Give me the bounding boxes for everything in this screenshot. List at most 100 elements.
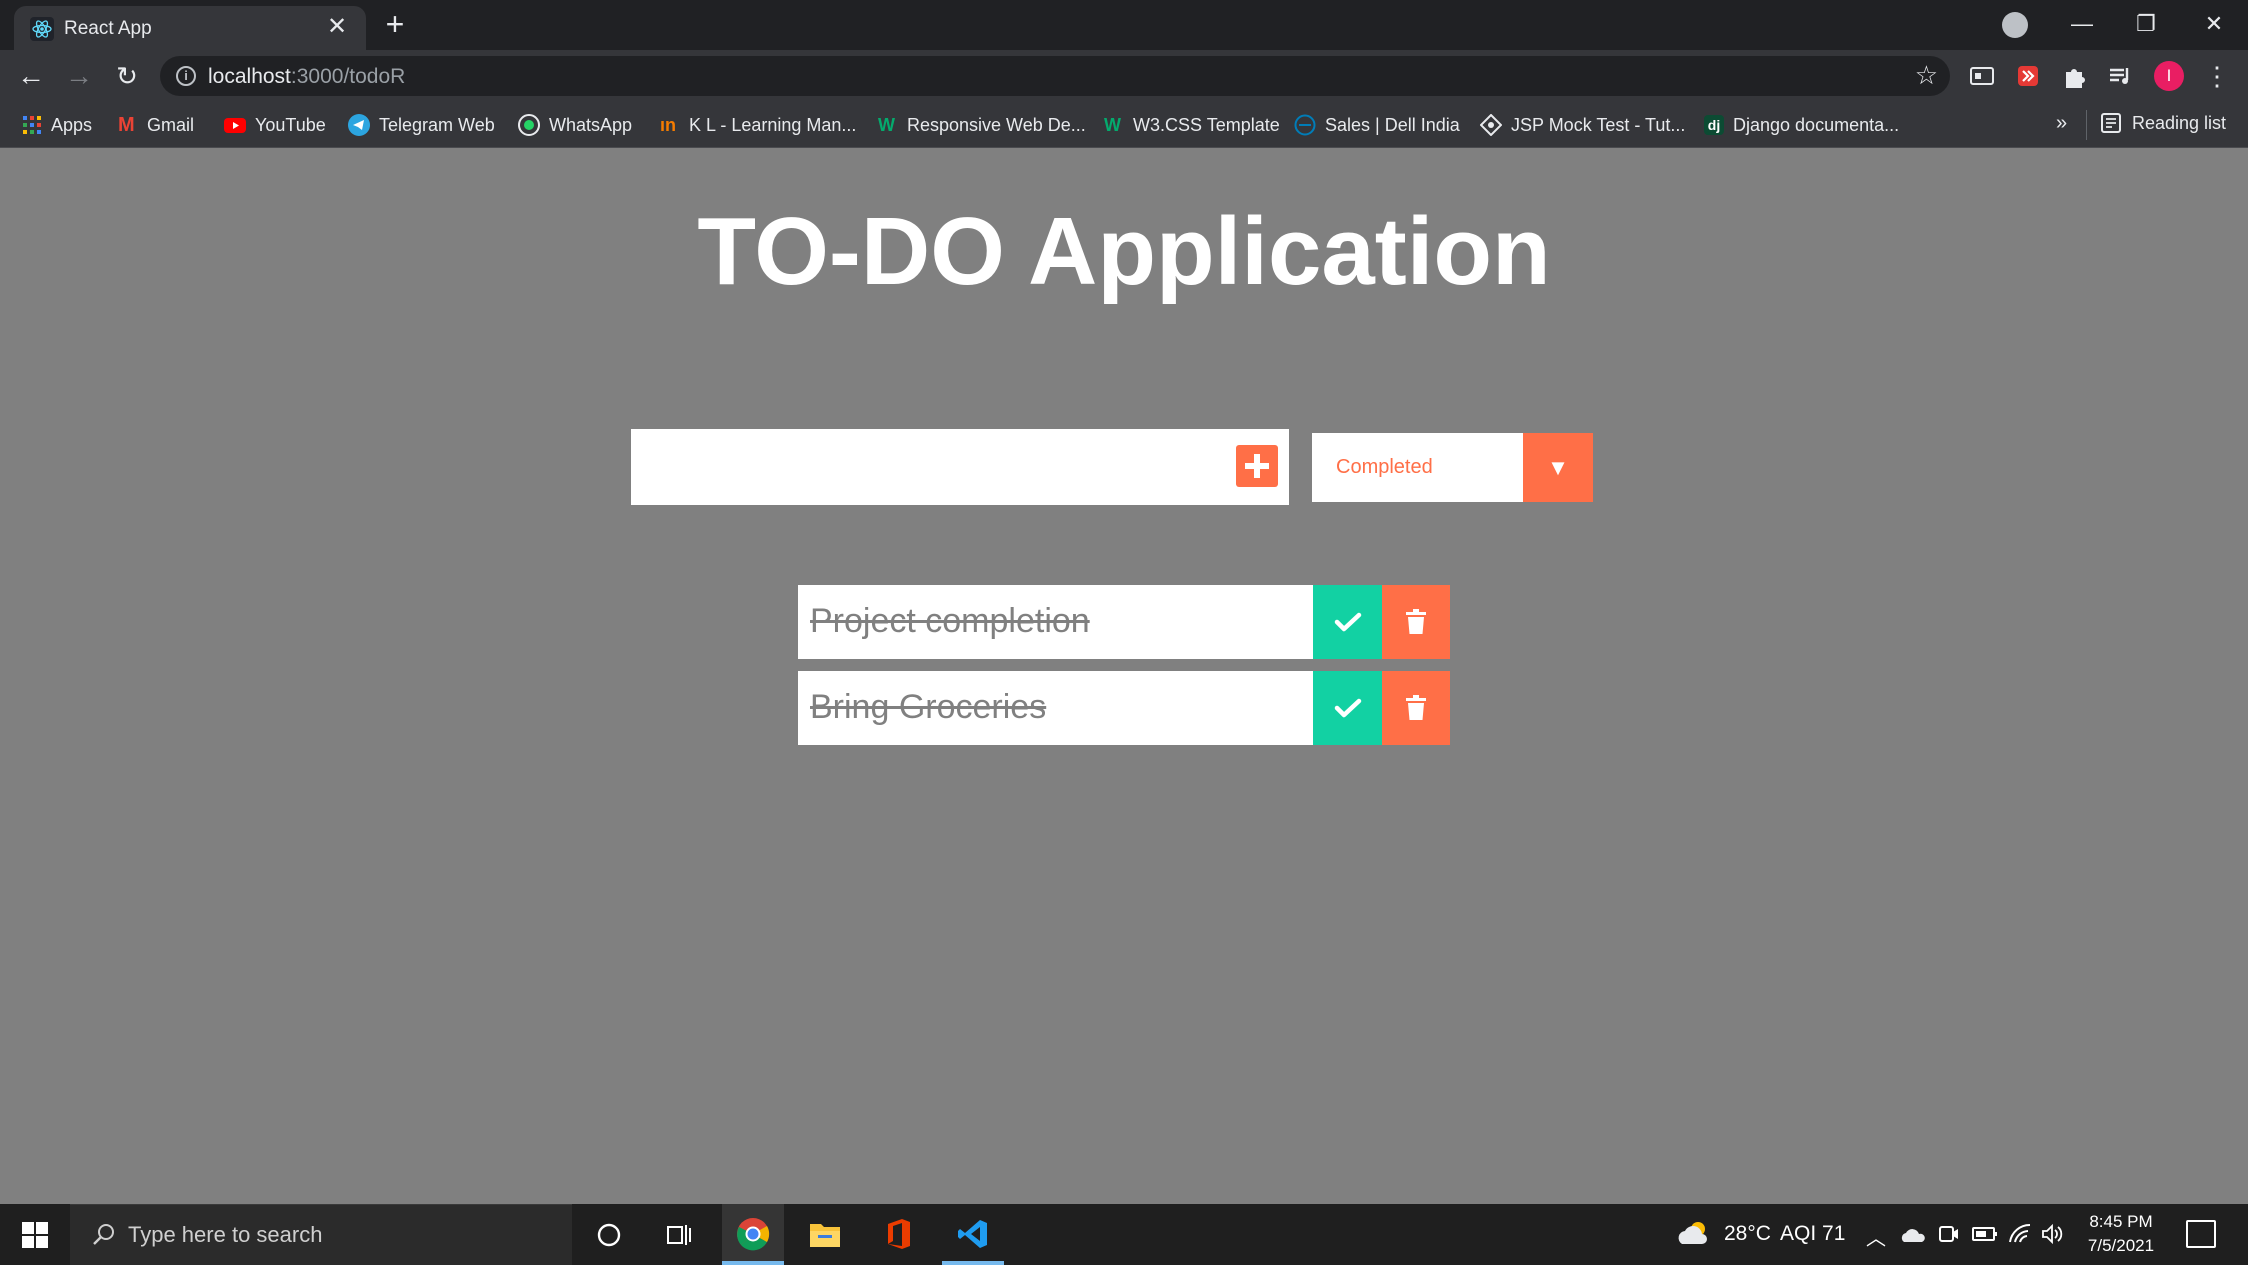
- extensions-puzzle-icon[interactable]: [2060, 62, 2088, 90]
- cortana-icon[interactable]: [578, 1204, 640, 1265]
- w3schools-icon: W: [1104, 115, 1121, 135]
- battery-icon[interactable]: [1972, 1224, 1998, 1244]
- react-icon: [30, 17, 54, 41]
- chrome-taskbar-icon[interactable]: [722, 1204, 784, 1265]
- todo-text: Project completion: [810, 602, 1090, 640]
- bookmark-youtube[interactable]: YouTube: [224, 112, 326, 138]
- bookmark-label: Responsive Web De...: [907, 114, 1086, 135]
- url-path: :3000/todoR: [290, 65, 406, 88]
- bookmark-label: JSP Mock Test - Tut...: [1511, 114, 1686, 135]
- bookmark-label: Apps: [51, 114, 93, 135]
- tutorialspoint-icon: [1480, 114, 1502, 136]
- media-queue-icon[interactable]: [2106, 62, 2134, 90]
- tab-react-app[interactable]: React App ✕: [14, 6, 366, 50]
- delete-button[interactable]: [1382, 671, 1450, 745]
- taskbar-search[interactable]: Type here to search: [70, 1204, 572, 1265]
- office-icon[interactable]: [868, 1204, 930, 1265]
- w3schools-icon: W: [878, 115, 895, 135]
- back-icon[interactable]: ←: [14, 60, 48, 94]
- kl-icon: ın: [660, 115, 676, 135]
- complete-button[interactable]: [1313, 671, 1382, 745]
- page-title: TO-DO Application: [697, 198, 1551, 305]
- restore-icon[interactable]: ❐: [2126, 6, 2166, 42]
- weather-temp[interactable]: 28°C: [1724, 1222, 1771, 1246]
- reading-list-button[interactable]: Reading list: [2100, 112, 2226, 134]
- address-bar[interactable]: i localhost:3000/todoR ☆: [160, 56, 1950, 96]
- file-explorer-icon[interactable]: [794, 1204, 856, 1265]
- weather-aqi[interactable]: AQI 71: [1780, 1222, 1845, 1246]
- bookmark-label: Gmail: [147, 114, 195, 135]
- cast-icon[interactable]: [1968, 62, 1996, 90]
- tab-title: React App: [64, 18, 152, 39]
- chevron-up-icon[interactable]: ︿: [1866, 1222, 1886, 1251]
- vscode-icon[interactable]: [942, 1204, 1004, 1265]
- todo-text: Bring Groceries: [810, 688, 1047, 726]
- reading-list-label: Reading list: [2132, 112, 2227, 133]
- search-icon: [93, 1224, 114, 1245]
- apps-grid-icon: [23, 116, 41, 134]
- add-todo-button[interactable]: [1236, 445, 1278, 487]
- gmail-icon: M: [118, 114, 135, 136]
- bookmark-django[interactable]: dj Django documenta...: [1704, 112, 1899, 138]
- reading-list-icon: [2101, 113, 2121, 133]
- new-tab-button[interactable]: +: [380, 8, 410, 40]
- reload-icon[interactable]: ↻: [110, 60, 144, 94]
- browser-toolbar: ← → ↻ i localhost:3000/todoR ☆ I ⋮: [0, 50, 2248, 102]
- telegram-icon: [348, 114, 370, 136]
- chrome-menu-icon[interactable]: ⋮: [2200, 60, 2234, 94]
- todo-input[interactable]: [631, 429, 1211, 505]
- wifi-icon[interactable]: [2008, 1222, 2032, 1246]
- more-bookmarks-icon[interactable]: »: [2056, 112, 2067, 135]
- check-icon: [1334, 612, 1361, 632]
- bookmark-label: Sales | Dell India: [1325, 114, 1460, 135]
- filter-select[interactable]: Completed ▼: [1312, 433, 1593, 502]
- bookmark-apps[interactable]: Apps: [22, 112, 92, 138]
- trash-icon: [1406, 695, 1426, 720]
- volume-icon[interactable]: [2040, 1222, 2064, 1246]
- django-icon: dj: [1704, 115, 1724, 135]
- forward-icon[interactable]: →: [62, 60, 96, 94]
- bookmark-w3css-template[interactable]: W W3.CSS Template: [1104, 112, 1280, 138]
- notification-center-icon[interactable]: [2186, 1220, 2216, 1248]
- bookmark-telegram[interactable]: Telegram Web: [348, 112, 495, 138]
- bookmark-gmail[interactable]: M Gmail: [118, 112, 194, 138]
- close-window-icon[interactable]: ✕: [2194, 6, 2234, 42]
- bookmark-label: WhatsApp: [549, 114, 633, 135]
- task-view-icon[interactable]: [648, 1204, 710, 1265]
- bookmark-responsive-web[interactable]: W Responsive Web De...: [878, 112, 1086, 138]
- complete-button[interactable]: [1313, 585, 1382, 659]
- onedrive-icon[interactable]: [1900, 1224, 1926, 1246]
- url-text[interactable]: localhost:3000/todoR: [208, 65, 405, 89]
- bookmark-dell[interactable]: Sales | Dell India: [1294, 112, 1460, 138]
- system-clock[interactable]: 8:45 PM 7/5/2021: [2068, 1210, 2174, 1258]
- tab-search-icon[interactable]: [2002, 12, 2028, 38]
- close-tab-icon[interactable]: ✕: [324, 14, 350, 40]
- app-page: TO-DO Application Completed ▼ Project co…: [0, 149, 2248, 1204]
- bookmark-label: W3.CSS Template: [1133, 114, 1280, 135]
- youtube-icon: [224, 118, 246, 133]
- meet-now-icon[interactable]: [1938, 1222, 1960, 1246]
- bookmark-label: Telegram Web: [379, 114, 495, 135]
- bookmarks-bar: Apps M Gmail YouTube Telegram Web WhatsA…: [0, 102, 2248, 148]
- windows-taskbar: Type here to search 28°C AQI 71 ︿ 8:45 P…: [0, 1204, 2248, 1265]
- profile-avatar[interactable]: I: [2154, 61, 2184, 91]
- todo-form: [631, 429, 1289, 505]
- bookmark-whatsapp[interactable]: WhatsApp: [518, 112, 632, 138]
- minimize-icon[interactable]: —: [2062, 6, 2102, 42]
- whatsapp-icon: [518, 114, 540, 136]
- bookmark-star-icon[interactable]: ☆: [1915, 60, 1938, 91]
- clock-date: 7/5/2021: [2087, 1236, 2155, 1255]
- todo-list: Project completion Bring Groceries: [798, 585, 1450, 757]
- extension-red-icon[interactable]: [2014, 62, 2042, 90]
- todo-item: Project completion: [798, 585, 1450, 659]
- info-icon[interactable]: i: [176, 66, 196, 86]
- tab-strip: React App ✕ + — ❐ ✕: [0, 0, 2248, 50]
- bookmark-jsp-mock[interactable]: JSP Mock Test - Tut...: [1480, 112, 1685, 138]
- clock-time: 8:45 PM: [2089, 1212, 2153, 1231]
- dropdown-arrow-icon[interactable]: ▼: [1523, 433, 1593, 502]
- weather-icon[interactable]: [1676, 1218, 1712, 1250]
- windows-start-icon[interactable]: [22, 1222, 48, 1248]
- bookmark-label: YouTube: [255, 114, 326, 135]
- delete-button[interactable]: [1382, 585, 1450, 659]
- bookmark-kl-learning[interactable]: ın K L - Learning Man...: [660, 112, 856, 138]
